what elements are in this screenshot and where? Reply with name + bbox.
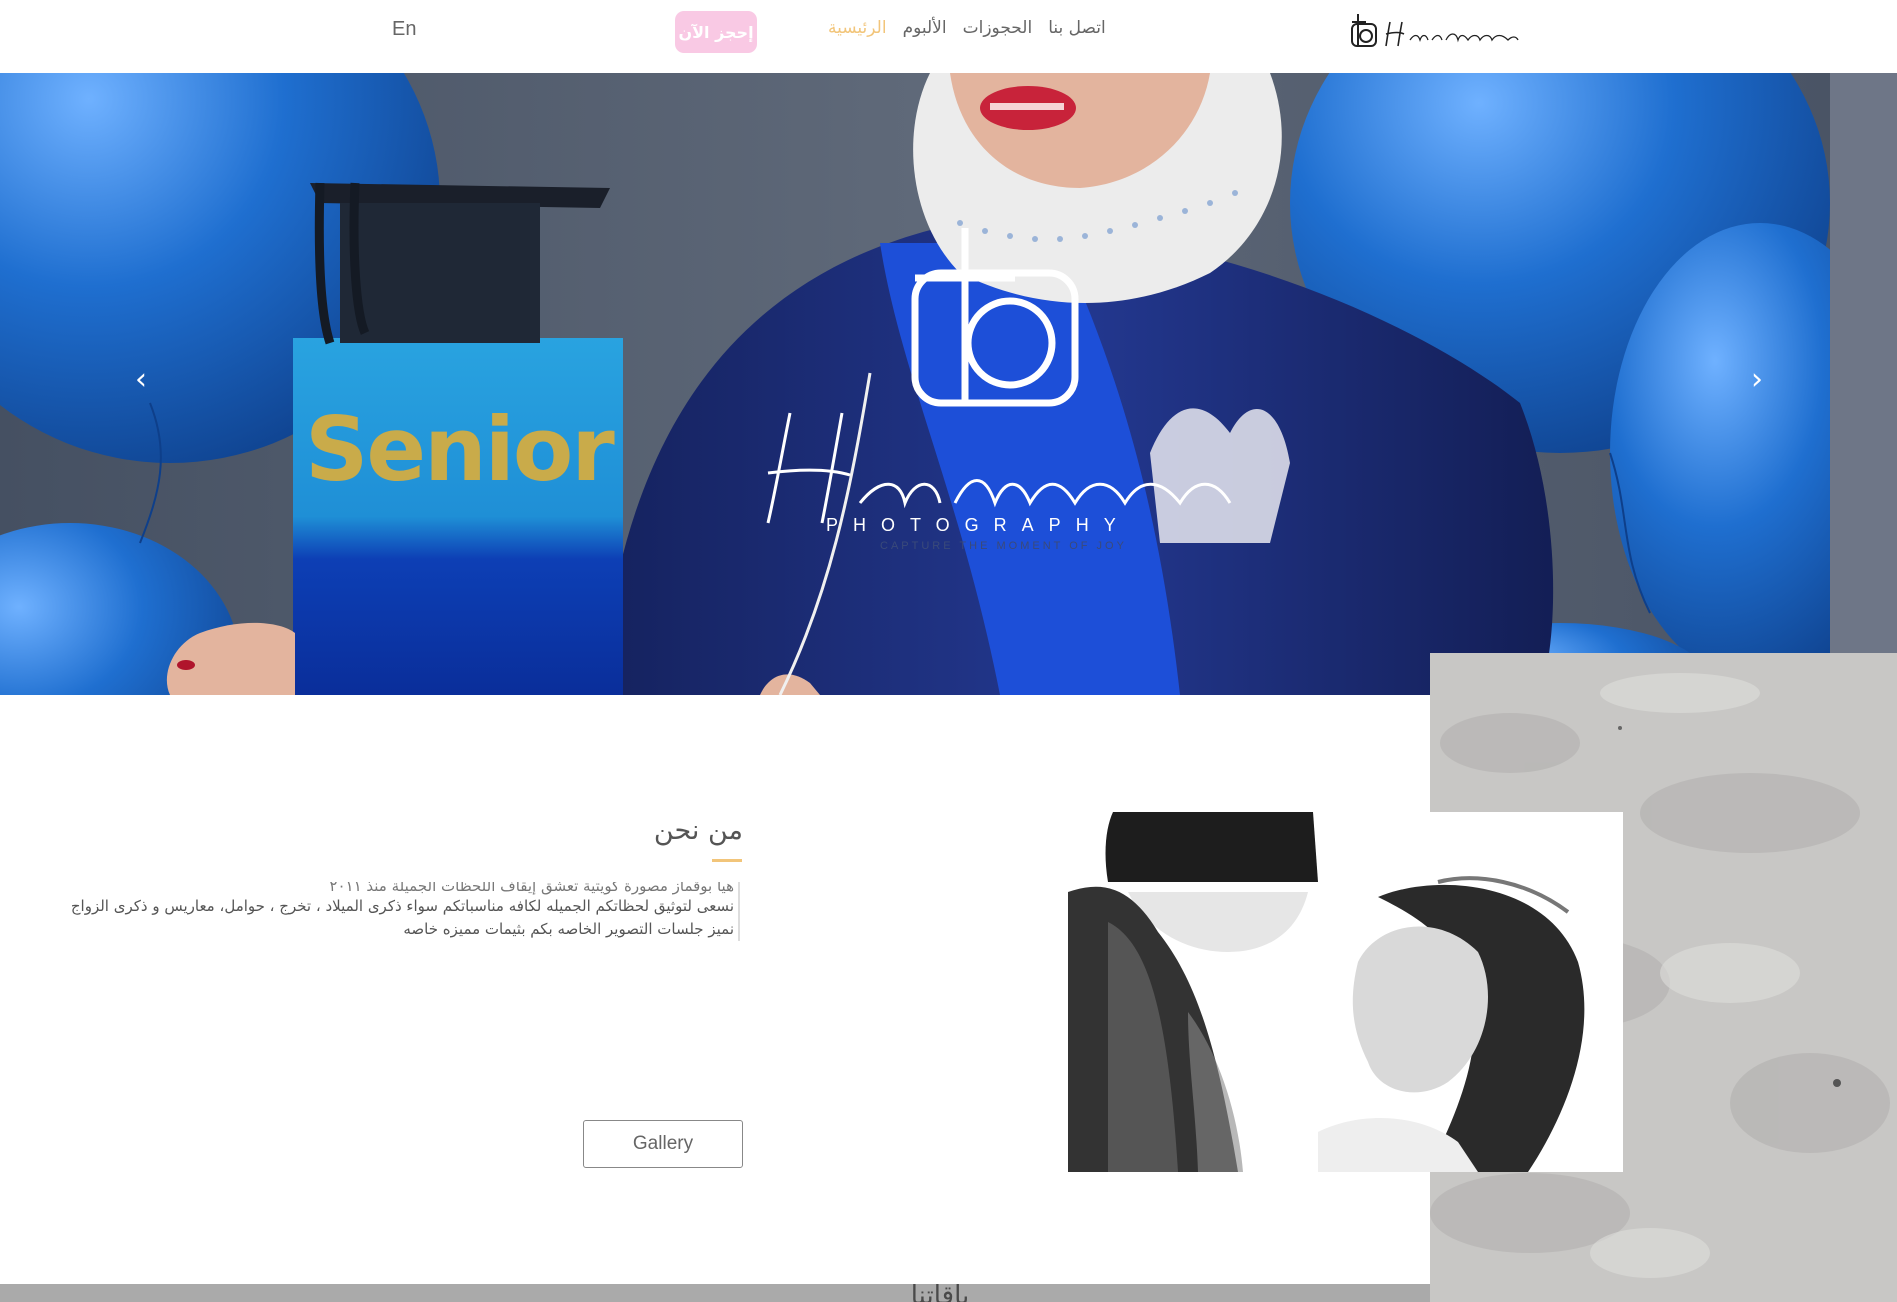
about-line-3: نميز جلسات التصوير الخاصه بكم بثيمات ممي… (403, 920, 734, 938)
hero-photo (0, 73, 1830, 695)
about-line-1: هيا بوقماز مصورة كويتية تعشق إيقاف اللحظ… (329, 882, 734, 895)
main-nav: الرئيسية الألبوم الحجوزات اتصل بنا (812, 18, 1106, 38)
slider-next-button[interactable]: › (1742, 365, 1772, 395)
chevron-right-icon: › (1751, 362, 1763, 397)
hero-edge (1830, 73, 1897, 653)
book-now-button[interactable]: إحجز الآن (675, 11, 757, 53)
chevron-left-icon: ‹ (135, 362, 147, 397)
about-title: من نحن (653, 815, 743, 846)
nav-album[interactable]: الألبوم (903, 18, 947, 38)
about-text: هيا بوقماز مصورة كويتية تعشق إيقاف اللحظ… (40, 882, 740, 941)
photo-boy (1068, 812, 1318, 1172)
photo-girl (1318, 812, 1623, 1172)
language-toggle[interactable]: En (392, 18, 416, 41)
packages-section-bar (0, 1284, 1430, 1302)
brand-logo[interactable] (1350, 12, 1520, 50)
nav-home[interactable]: الرئيسية (828, 18, 887, 38)
packages-title: باقاتنا (910, 1281, 970, 1302)
slider-prev-button[interactable]: ‹ (126, 365, 156, 395)
gallery-button[interactable]: Gallery (583, 1120, 743, 1168)
hero-tagline: PHOTOGRAPHY (826, 515, 1131, 535)
cake-text: Senior (305, 398, 615, 501)
nav-bookings[interactable]: الحجوزات (963, 18, 1033, 38)
hero-subtagline: CAPTURE THE MOMENT OF JOY (880, 540, 1127, 552)
nav-contact[interactable]: اتصل بنا (1048, 18, 1106, 38)
hero-slider: Senior ‹ › (0, 73, 1830, 695)
title-underline (712, 859, 742, 862)
site-header: En إحجز الآن الرئيسية الألبوم الحجوزات ا… (0, 0, 1897, 73)
about-line-2: نسعى لتوثيق لحظاتكم الجميله لكافه مناسبا… (70, 897, 734, 915)
